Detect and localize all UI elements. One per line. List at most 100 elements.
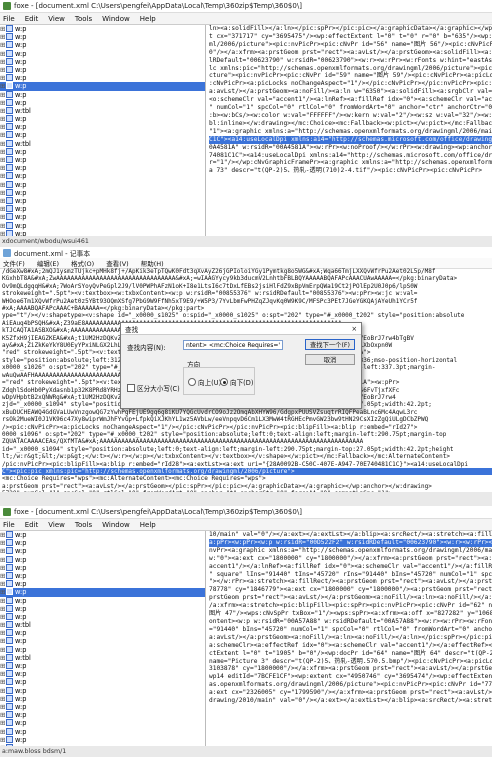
tree-node[interactable]: ⊞w:p (0, 33, 205, 41)
menu-item-0[interactable]: File (3, 521, 15, 529)
tree-node[interactable]: ⊞w:p (0, 702, 205, 711)
tree-node[interactable]: ⊞w:p (0, 580, 205, 588)
menu-item-5[interactable]: Help (140, 15, 156, 23)
code-line: 74081C1C"><a14:useLocalDpi xmlns:a14="ht… (209, 151, 492, 159)
tree-node[interactable]: ⊞w:p (0, 213, 205, 221)
tree-node[interactable]: ⊞w:p (0, 694, 205, 703)
menu-item-0[interactable]: 文件(F) (3, 258, 25, 268)
tree-node-label: w:tbl (15, 106, 31, 115)
code-line: ontent><w:p w:rsidR="00A57A88" w:rsidRDe… (209, 617, 492, 625)
tree-node[interactable]: ⊞w:p (0, 98, 205, 107)
find-what-input[interactable] (183, 340, 283, 350)
find-next-button[interactable]: 查找下一个(F) (305, 339, 355, 350)
tree-node[interactable]: ⊞w:p (0, 131, 205, 139)
tree-node[interactable]: ⊞w:p (0, 164, 205, 172)
xml-source-panel[interactable]: 10/main" val="0"/></a:ext></a:extLst></a… (206, 531, 492, 746)
tree-node[interactable]: ⊞w:p (0, 180, 205, 189)
cancel-button[interactable]: 取消 (305, 354, 355, 365)
tree-node[interactable]: ⊞w:p (0, 645, 205, 654)
menu-item-4[interactable]: 帮助(H) (141, 258, 164, 268)
tree-node[interactable]: ⊞w:p (0, 205, 205, 213)
direction-down-option[interactable]: 向下(D) (220, 377, 253, 387)
tree-node[interactable]: ⊞w:p (0, 670, 205, 678)
tree-node-label: w:p (15, 49, 27, 58)
menu-item-1[interactable]: Edit (25, 15, 39, 23)
menu-item-4[interactable]: Window (102, 15, 130, 23)
code-line: 0A4581A" w:rsidR="00A4581A"><w:rPr><w:no… (209, 143, 492, 151)
tree-node[interactable]: ⊞w:p (0, 74, 205, 82)
tree-node[interactable]: ⊞w:p (0, 90, 205, 99)
tree-node[interactable]: ⊞w:p (0, 57, 205, 66)
menu-item-2[interactable]: 格式(O) (71, 258, 94, 268)
tree-node[interactable]: ⊞w:p (0, 678, 205, 686)
xml-source-panel[interactable]: ln><a:solidFill></a:ln></pic:spPr></pic:… (206, 25, 492, 236)
element-node-icon (6, 213, 13, 221)
direction-up-option[interactable]: 向上(U) (188, 377, 221, 387)
tree-node[interactable]: ⊞w:p (0, 172, 205, 180)
element-node-icon (6, 531, 13, 538)
tree-node[interactable]: ⊞w:p (0, 596, 205, 605)
close-icon[interactable]: × (351, 325, 357, 333)
tree-node[interactable]: ⊞w:p (0, 188, 205, 197)
tree-node[interactable]: ⊞ w:tbl (0, 106, 205, 115)
tree-node[interactable]: ⊞w:p (0, 221, 205, 230)
tree-node[interactable]: ⊞w:p (0, 662, 205, 670)
direction-down-label: 向下(D) (230, 379, 254, 387)
tree-node[interactable]: ⊞w:p (0, 41, 205, 49)
menu-item-1[interactable]: 编辑(E) (37, 258, 59, 268)
tree-node[interactable]: ⊞w:p (0, 115, 205, 123)
tree-node[interactable]: ⊞w:p (0, 196, 205, 205)
tree-node[interactable]: ⊞w:p (0, 711, 205, 719)
match-case-checkbox[interactable]: 区分大小写(C) (127, 383, 180, 393)
menu-item-2[interactable]: View (48, 15, 65, 23)
tree-node[interactable]: ⊞w:p (0, 555, 205, 564)
tree-node[interactable]: ⊞w:p (0, 65, 205, 74)
menu-bar: File Edit View Tools Window Help (0, 519, 492, 531)
tree-node[interactable]: ⊞w:p (0, 531, 205, 539)
tree-node[interactable]: ⊞w:p (0, 571, 205, 580)
element-node-icon (6, 115, 13, 123)
code-line: <o:schemeClr val="accent1"/><a:lnRef><a:… (209, 96, 492, 104)
tree-node[interactable]: ⊞w:p (0, 686, 205, 695)
menu-item-3[interactable]: Tools (75, 15, 92, 23)
menu-item-1[interactable]: Edit (25, 521, 39, 529)
code-line: C"><pic:pic xmlns:pic="http://schemas.op… (2, 467, 492, 476)
tree-node[interactable]: ⊞ w:tbl (0, 621, 205, 629)
menu-item-3[interactable]: 查看(V) (106, 258, 129, 268)
radio-up-icon (188, 378, 196, 386)
xml-tree-panel[interactable]: ⊞ w:p ⊞ w:p ⊞ w:p ⊞ w:p ⊞ w:p ⊞ w:p ⊞ w:p ⊞ w:p ⊞ w:p ⊞ w:p… (0, 25, 206, 236)
tree-node[interactable]: ⊞w:p (0, 563, 205, 572)
tree-node[interactable]: ⊞w:p (0, 49, 205, 58)
tree-node[interactable]: ⊞w:p (0, 629, 205, 637)
tree-node[interactable]: ⊞ w:tbl (0, 653, 205, 662)
menu-item-0[interactable]: File (3, 15, 15, 23)
tree-node-label: w:p (15, 164, 27, 173)
tree-node[interactable]: ⊞w:p (0, 156, 205, 164)
trailing-text: a:maw.bloss bdsm/1 (2, 748, 67, 755)
tree-node[interactable]: ⊞w:p (0, 735, 205, 744)
tree-node[interactable]: ⊞w:p (0, 547, 205, 555)
tree-node-label: w:tbl (15, 139, 31, 148)
tree-node[interactable]: ⊞w:p (0, 727, 205, 736)
element-node-icon (6, 65, 13, 73)
menu-item-4[interactable]: Window (102, 521, 130, 529)
tree-node[interactable]: ⊞ w:tbl (0, 139, 205, 148)
element-node-icon (6, 172, 13, 180)
tree-node[interactable]: ⊞w:p (0, 719, 205, 727)
tree-node[interactable]: ⊞w:p (0, 612, 205, 621)
tree-node[interactable]: ⊞w:p (0, 123, 205, 131)
menu-item-5[interactable]: Help (140, 521, 156, 529)
element-node-icon (6, 735, 13, 743)
tree-node[interactable]: ⊞w:p (0, 147, 205, 156)
tree-node[interactable]: ⊞w:p (0, 82, 205, 91)
tree-node[interactable]: ⊞w:p (0, 25, 205, 33)
code-line: " square" lIns="91440" tIns="45720" rIns… (209, 570, 492, 578)
menu-item-2[interactable]: View (48, 521, 65, 529)
tree-node[interactable]: ⊞w:p (0, 539, 205, 547)
tree-node[interactable]: ⊞w:p (0, 604, 205, 613)
menu-item-3[interactable]: Tools (75, 521, 92, 529)
code-line: <mc:Choice Requires="wps"><mc:AlternateC… (2, 475, 266, 483)
tree-node[interactable]: ⊞w:p (0, 637, 205, 645)
xml-tree-panel[interactable]: ⊞ w:p ⊞ w:p ⊞ w:p ⊞ w:p ⊞ w:p ⊞ w:p ⊞ w:p ⊞ w:p ⊞ w:p ⊞ w:p… (0, 531, 206, 746)
tree-node[interactable]: ⊞w:p (0, 588, 205, 597)
